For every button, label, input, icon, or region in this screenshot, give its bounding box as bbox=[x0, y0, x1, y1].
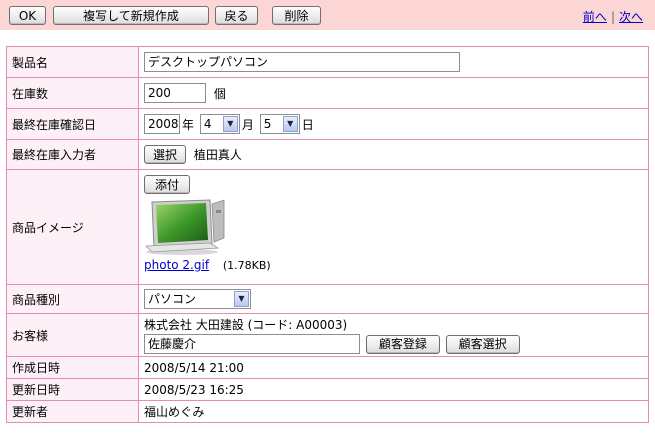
last-input-user-name: 植田真人 bbox=[193, 148, 242, 162]
label-updated-by: 更新者 bbox=[6, 400, 139, 423]
ok-button[interactable]: OK bbox=[9, 6, 46, 25]
image-file-link[interactable]: photo 2.gif bbox=[144, 258, 209, 272]
label-product-name: 製品名 bbox=[6, 46, 139, 78]
label-product-type: 商品種別 bbox=[6, 284, 139, 314]
desktop-computer-image bbox=[144, 198, 226, 256]
next-link[interactable]: 次へ bbox=[619, 10, 643, 24]
label-last-check-date: 最終在庫確認日 bbox=[6, 108, 139, 140]
month-unit: 月 bbox=[241, 117, 254, 132]
year-unit: 年 bbox=[182, 117, 195, 132]
day-value: 5 bbox=[263, 117, 272, 131]
prev-link[interactable]: 前へ bbox=[583, 10, 607, 24]
customer-company: 株式会社 大田建設 (コード: A00003) bbox=[144, 318, 348, 332]
label-last-input-user: 最終在庫入力者 bbox=[6, 139, 139, 170]
copy-new-button[interactable]: 複写して新規作成 bbox=[53, 6, 209, 25]
updated-at-value: 2008/5/23 16:25 bbox=[138, 378, 649, 401]
product-name-input[interactable]: デスクトップパソコン bbox=[144, 52, 460, 72]
row-product-name: 製品名 デスクトップパソコン bbox=[6, 46, 649, 78]
row-last-check-date: 最終在庫確認日 2008 年 4 ▼ 月 5 ▼ 日 bbox=[6, 108, 649, 140]
row-updated-by: 更新者 福山めぐみ bbox=[6, 400, 649, 423]
chevron-down-icon: ▼ bbox=[234, 291, 249, 307]
row-last-input-user: 最終在庫入力者 選択 植田真人 bbox=[6, 139, 649, 170]
label-updated-at: 更新日時 bbox=[6, 378, 139, 401]
register-customer-button[interactable]: 顧客登録 bbox=[365, 334, 440, 354]
product-type-select[interactable]: パソコン ▼ bbox=[144, 289, 251, 309]
customer-person-input[interactable]: 佐藤慶介 bbox=[144, 334, 360, 354]
created-at-value: 2008/5/14 21:00 bbox=[138, 356, 649, 379]
row-product-type: 商品種別 パソコン ▼ bbox=[6, 284, 649, 314]
nav-separator: | bbox=[610, 10, 615, 24]
row-customer: お客様 株式会社 大田建設 (コード: A00003) 佐藤慶介 顧客登録 顧客… bbox=[6, 313, 649, 357]
month-value: 4 bbox=[203, 117, 212, 131]
label-stock: 在庫数 bbox=[6, 77, 139, 109]
attach-button[interactable]: 添付 bbox=[144, 175, 191, 194]
select-customer-button[interactable]: 顧客選択 bbox=[445, 334, 520, 354]
year-input[interactable]: 2008 bbox=[144, 114, 180, 134]
back-button[interactable]: 戻る bbox=[215, 6, 258, 25]
product-type-value: パソコン bbox=[148, 292, 197, 306]
label-product-image: 商品イメージ bbox=[6, 169, 139, 285]
month-select[interactable]: 4 ▼ bbox=[199, 114, 240, 134]
row-updated-at: 更新日時 2008/5/23 16:25 bbox=[6, 378, 649, 401]
label-created-at: 作成日時 bbox=[6, 356, 139, 379]
chevron-down-icon: ▼ bbox=[282, 116, 298, 132]
record-navigation: 前へ | 次へ bbox=[583, 8, 643, 25]
stock-input[interactable]: 200 bbox=[144, 83, 206, 103]
row-product-image: 商品イメージ 添付 photo 2.gif (1.78KB) bbox=[6, 169, 649, 285]
delete-button[interactable]: 削除 bbox=[272, 6, 321, 25]
chevron-down-icon: ▼ bbox=[222, 116, 238, 132]
toolbar: OK 複写して新規作成 戻る 削除 前へ | 次へ bbox=[0, 0, 655, 30]
updated-by-value: 福山めぐみ bbox=[138, 400, 649, 423]
day-unit: 日 bbox=[301, 117, 314, 132]
stock-unit: 個 bbox=[213, 86, 226, 101]
select-user-button[interactable]: 選択 bbox=[144, 145, 187, 164]
label-customer: お客様 bbox=[6, 313, 139, 357]
row-stock: 在庫数 200 個 bbox=[6, 77, 649, 109]
day-select[interactable]: 5 ▼ bbox=[259, 114, 300, 134]
row-created-at: 作成日時 2008/5/14 21:00 bbox=[6, 356, 649, 379]
image-file-size: (1.78KB) bbox=[222, 259, 271, 272]
product-form: 製品名 デスクトップパソコン 在庫数 200 個 最終在庫確認日 2008 年 4… bbox=[6, 46, 649, 423]
